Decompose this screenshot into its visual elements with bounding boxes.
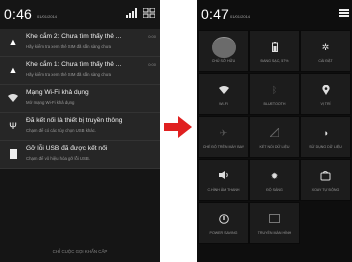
warning-icon: ▲	[8, 65, 18, 75]
tile-label: C.HÌNH ÂM THANH	[207, 188, 240, 192]
tile-label: ĐANG SẠC, 57%	[260, 59, 289, 63]
airplane-icon: ✈	[219, 128, 228, 138]
arrow-right-icon	[164, 116, 192, 138]
settings-grid-icon[interactable]	[142, 7, 156, 21]
avatar	[212, 37, 236, 58]
sound-icon	[199, 171, 248, 181]
notification-shade-screen: 0:46 01/01/2014 ▲ Khe cắm 2: Chưa tìm th…	[0, 0, 160, 262]
tile-data-usage[interactable]: ◑ SỬ DỤNG DỮ LIỆU	[300, 116, 351, 158]
notification-sim2[interactable]: ▲ Khe cắm 2: Chưa tìm thấy thẻ ... 0:00 …	[0, 29, 160, 57]
tile-settings[interactable]: ✲ CÀI ĐẶT	[300, 30, 351, 72]
tile-label: SỬ DỤNG DỮ LIỆU	[309, 145, 342, 149]
notification-title: Khe cắm 1: Chưa tìm thấy thẻ ...	[26, 61, 122, 68]
data-icon	[250, 126, 299, 139]
tile-location[interactable]: VỊ TRÍ	[300, 73, 351, 115]
menu-icon[interactable]	[339, 8, 349, 21]
tile-label: CHỦ SỞ HỮU	[211, 59, 236, 63]
status-bar: 0:46 01/01/2014	[0, 0, 160, 28]
notification-wifi[interactable]: Mạng Wi-Fi khả dụng Mở mạng Wi-Fi khả dụ…	[0, 85, 160, 113]
tile-power-saving[interactable]: POWER SAVING	[198, 202, 249, 244]
tile-label: BLUETOOTH	[263, 102, 286, 106]
tile-label: VỊ TRÍ	[320, 102, 331, 106]
tile-label: WI-FI	[219, 102, 228, 106]
notification-subtitle: Chạm để vô hiệu hóa gỡ lỗi USB.	[26, 156, 90, 161]
tile-label: XOAY TỰ ĐỘNG	[311, 188, 340, 192]
cast-icon	[250, 214, 299, 225]
tile-label: TRUYỀN MÀN HÌNH	[257, 231, 292, 235]
tile-label: POWER SAVING	[209, 231, 238, 235]
tile-bluetooth[interactable]: ᛒ BLUETOOTH	[249, 73, 300, 115]
tile-label: CHẾ ĐỘ TRÊN MÁY BAY	[202, 145, 245, 149]
tile-sound[interactable]: C.HÌNH ÂM THANH	[198, 159, 249, 201]
clock: 0:47	[201, 6, 230, 22]
emergency-calls-label: CHỈ CUỘC GỌI KHẨN CẤP	[52, 249, 108, 254]
notification-title: Khe cắm 2: Chưa tìm thấy thẻ ...	[26, 33, 122, 40]
battery-icon	[250, 42, 299, 54]
notification-title: Đã kết nối là thiết bị truyền thông	[26, 117, 123, 124]
signal-bars-icon	[126, 8, 138, 21]
notification-title: Gỡ lỗi USB đã được kết nối	[26, 145, 108, 152]
notification-title: Mạng Wi-Fi khả dụng	[26, 89, 89, 96]
tile-label: ĐỘ SÁNG	[266, 188, 283, 192]
tile-label: KẾT NỐI DỮ LIỆU	[259, 145, 290, 149]
tile-brightness[interactable]: ✹ ĐỘ SÁNG	[249, 159, 300, 201]
notification-subtitle: Mở mạng Wi-Fi khả dụng	[26, 100, 75, 105]
notification-sim1[interactable]: ▲ Khe cắm 1: Chưa tìm thấy thẻ ... 0:00 …	[0, 57, 160, 85]
power-saving-icon	[199, 214, 248, 226]
notification-usb-debug[interactable]: Gỡ lỗi USB đã được kết nối Chạm để vô hi…	[0, 141, 160, 169]
clock: 0:46	[4, 6, 33, 22]
status-bar: 0:47 01/01/2014	[197, 0, 352, 28]
tile-airplane[interactable]: ✈ CHẾ ĐỘ TRÊN MÁY BAY	[198, 116, 249, 158]
wifi-icon	[199, 85, 248, 96]
notification-subtitle: Hãy kiểm tra xem thẻ SIM đã sẵn sàng chư…	[26, 44, 112, 49]
warning-icon: ▲	[8, 37, 18, 47]
quick-settings-screen: 0:47 01/01/2014 CHỦ SỞ HỮU ĐANG SẠC, 57%…	[197, 0, 352, 262]
gear-icon: ✲	[321, 42, 330, 52]
wifi-icon	[8, 93, 18, 103]
tile-cast[interactable]: TRUYỀN MÀN HÌNH	[249, 202, 300, 244]
tile-owner[interactable]: CHỦ SỞ HỮU	[198, 30, 249, 72]
usb-storage-icon	[8, 149, 18, 159]
tile-battery[interactable]: ĐANG SẠC, 57%	[249, 30, 300, 72]
rotate-icon	[301, 171, 350, 183]
data-usage-icon: ◑	[322, 128, 329, 138]
tile-label: CÀI ĐẶT	[318, 59, 333, 63]
date: 01/01/2014	[230, 14, 251, 19]
tile-data[interactable]: KẾT NỐI DỮ LIỆU	[249, 116, 300, 158]
tile-rotate[interactable]: XOAY TỰ ĐỘNG	[300, 159, 351, 201]
bluetooth-icon: ᛒ	[271, 85, 278, 95]
notification-time: 0:00	[148, 62, 156, 67]
brightness-icon: ✹	[270, 171, 279, 181]
location-pin-icon	[301, 84, 350, 97]
notification-time: 0:00	[148, 34, 156, 39]
usb-icon: Ψ	[9, 121, 17, 131]
date: 01/01/2014	[37, 14, 58, 19]
notification-usb-transfer[interactable]: Ψ Đã kết nối là thiết bị truyền thông Ch…	[0, 113, 160, 141]
notification-subtitle: Chạm để có các tùy chọn USB khác.	[26, 128, 96, 133]
notification-subtitle: Hãy kiểm tra xem thẻ SIM đã sẵn sàng chư…	[26, 72, 112, 77]
tile-wifi[interactable]: WI-FI	[198, 73, 249, 115]
